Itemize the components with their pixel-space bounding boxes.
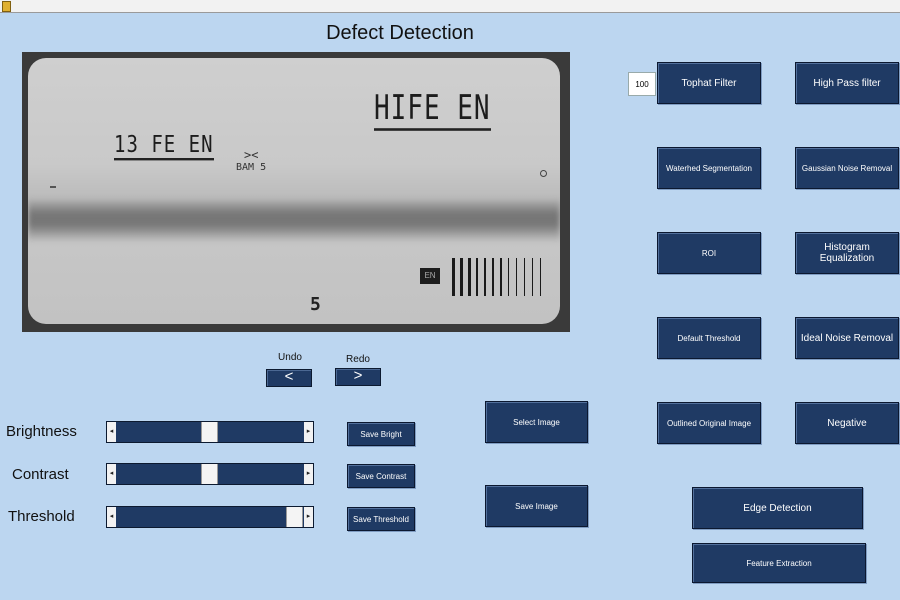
film-marker-left [50, 186, 56, 188]
outlined-original-image-button[interactable]: Outlined Original Image [657, 402, 761, 444]
contrast-increase-arrow[interactable]: ▸ [304, 464, 313, 484]
film-label-left: 13 FE EN [114, 132, 214, 161]
weld-seam [28, 198, 560, 242]
negative-button[interactable]: Negative [795, 402, 899, 444]
film-mark: >< [244, 148, 259, 162]
tophat-filter-button[interactable]: Tophat Filter [657, 62, 761, 104]
redo-button[interactable]: > [335, 368, 381, 386]
save-image-button[interactable]: Save Image [485, 485, 588, 527]
film-label-bam: BAM 5 [236, 162, 267, 173]
brightness-decrease-arrow[interactable]: ◂ [107, 422, 116, 442]
app-icon [2, 1, 11, 12]
brightness-slider-thumb[interactable] [201, 422, 218, 442]
roi-button[interactable]: ROI [657, 232, 761, 274]
save-threshold-button[interactable]: Save Threshold [347, 507, 415, 531]
tophat-size-input[interactable] [628, 72, 656, 96]
high-pass-filter-button[interactable]: High Pass filter [795, 62, 899, 104]
contrast-label: Contrast [12, 466, 69, 483]
select-image-button[interactable]: Select Image [485, 401, 588, 443]
edge-detection-button[interactable]: Edge Detection [692, 487, 863, 529]
contrast-decrease-arrow[interactable]: ◂ [107, 464, 116, 484]
threshold-slider[interactable]: ◂ ▸ [106, 506, 314, 528]
film-label-number: 5 [310, 294, 321, 315]
ideal-noise-removal-button[interactable]: Ideal Noise Removal [795, 317, 899, 359]
threshold-label: Threshold [8, 508, 75, 525]
iqi-wire-gauge: EN [420, 256, 550, 298]
contrast-slider[interactable]: ◂ ▸ [106, 463, 314, 485]
radiograph-image: 13 FE EN HIFE EN >< BAM 5 5 EN [28, 58, 560, 324]
brightness-slider[interactable]: ◂ ▸ [106, 421, 314, 443]
window-titlebar [0, 0, 900, 13]
image-viewer: 13 FE EN HIFE EN >< BAM 5 5 EN [22, 52, 570, 332]
watershed-segmentation-button[interactable]: Waterhed Segmentation [657, 147, 761, 189]
save-contrast-button[interactable]: Save Contrast [347, 464, 415, 488]
contrast-slider-thumb[interactable] [201, 464, 218, 484]
gaussian-noise-removal-button[interactable]: Gaussian Noise Removal [795, 147, 899, 189]
save-bright-button[interactable]: Save Bright [347, 422, 415, 446]
feature-extraction-button[interactable]: Feature Extraction [692, 543, 866, 583]
iqi-tag: EN [420, 268, 440, 284]
default-threshold-button[interactable]: Default Threshold [657, 317, 761, 359]
threshold-decrease-arrow[interactable]: ◂ [107, 507, 116, 527]
brightness-increase-arrow[interactable]: ▸ [304, 422, 313, 442]
undo-button[interactable]: < [266, 369, 312, 387]
undo-label: Undo [278, 352, 302, 363]
threshold-slider-thumb[interactable] [286, 507, 303, 527]
page-title: Defect Detection [326, 22, 474, 44]
histogram-equalization-button[interactable]: Histogram Equalization [795, 232, 899, 274]
redo-label: Redo [346, 354, 370, 365]
film-marker-right [540, 170, 547, 177]
threshold-increase-arrow[interactable]: ▸ [304, 507, 313, 527]
brightness-label: Brightness [6, 423, 77, 440]
film-label-right: HIFE EN [374, 89, 491, 131]
